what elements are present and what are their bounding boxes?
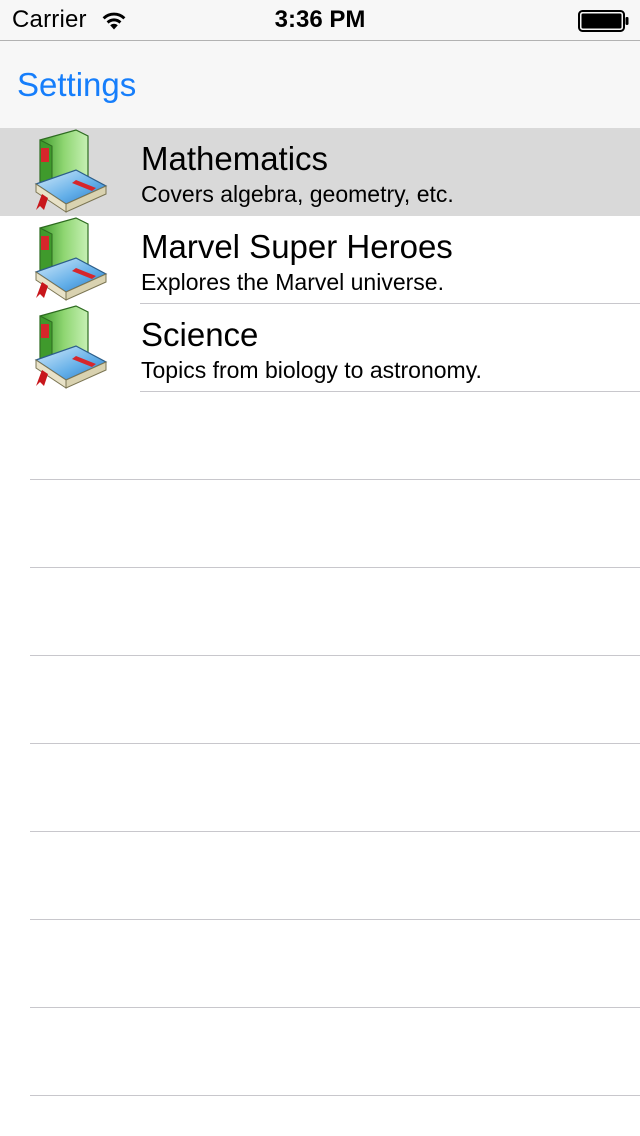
status-time: 3:36 PM xyxy=(274,6,366,33)
table-row[interactable]: Science Topics from biology to astronomy… xyxy=(0,304,640,392)
book-icon xyxy=(34,129,108,213)
empty-row xyxy=(0,480,640,568)
empty-row xyxy=(0,1008,640,1096)
row-subtitle: Covers algebra, geometry, etc. xyxy=(141,181,454,207)
book-icon xyxy=(34,305,108,389)
subjects-table: Mathematics Covers algebra, geometry, et… xyxy=(0,128,640,1136)
row-title: Science xyxy=(141,316,259,353)
navigation-bar: Settings xyxy=(0,40,640,128)
empty-row xyxy=(0,392,640,480)
empty-row xyxy=(0,568,640,656)
screen: Carrier 3:36 PM Settings Mathematics Cov… xyxy=(0,0,640,1136)
empty-row xyxy=(0,656,640,744)
row-subtitle: Explores the Marvel universe. xyxy=(141,269,444,295)
empty-row xyxy=(0,744,640,832)
row-title: Mathematics xyxy=(141,140,329,177)
empty-row xyxy=(0,920,640,1008)
battery-full-icon xyxy=(578,10,629,32)
table-row[interactable]: Mathematics Covers algebra, geometry, et… xyxy=(0,128,640,216)
table-row[interactable]: Marvel Super Heroes Explores the Marvel … xyxy=(0,216,640,304)
settings-back-button[interactable]: Settings xyxy=(17,66,136,104)
status-bar: Carrier 3:36 PM xyxy=(0,0,640,40)
book-icon xyxy=(34,217,108,301)
row-subtitle: Topics from biology to astronomy. xyxy=(141,357,482,383)
row-separator xyxy=(30,1095,640,1096)
empty-row xyxy=(0,832,640,920)
row-title: Marvel Super Heroes xyxy=(141,228,453,265)
